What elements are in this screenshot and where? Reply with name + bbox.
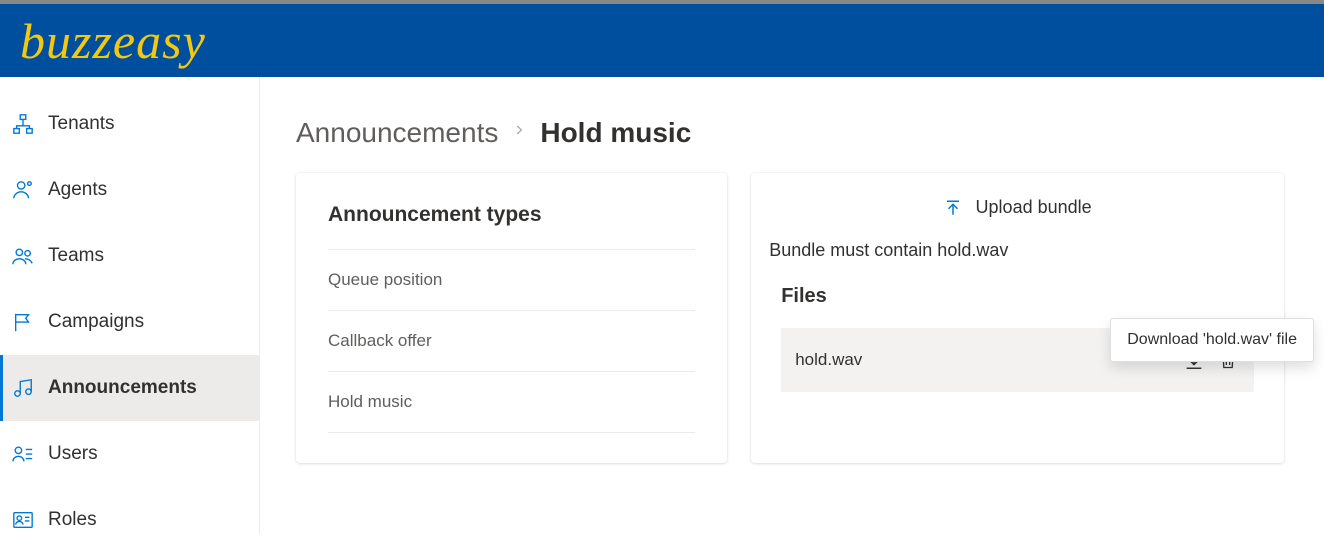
chevron-right-icon: [512, 119, 526, 147]
upload-bundle-label: Upload bundle: [976, 197, 1092, 218]
sidebar: Tenants Agents Teams Campa: [0, 77, 260, 534]
app-logo: buzzeasy: [20, 12, 206, 70]
sidebar-item-label: Teams: [48, 245, 104, 267]
panels: Announcement types Queue position Callba…: [296, 173, 1284, 463]
person-icon: [12, 179, 34, 201]
music-icon: [12, 377, 34, 399]
main-content: Announcements Hold music Announcement ty…: [260, 77, 1324, 534]
card-title: Announcement types: [328, 203, 695, 250]
sidebar-item-campaigns[interactable]: Campaigns: [0, 289, 259, 355]
upload-icon: [944, 199, 962, 217]
sidebar-item-users[interactable]: Users: [0, 421, 259, 487]
upload-card: Upload bundle Bundle must contain hold.w…: [751, 173, 1284, 463]
people-icon: [12, 245, 34, 267]
sidebar-item-label: Tenants: [48, 113, 115, 135]
sitemap-icon: [12, 113, 34, 135]
sidebar-item-teams[interactable]: Teams: [0, 223, 259, 289]
breadcrumb-parent[interactable]: Announcements: [296, 117, 498, 149]
sidebar-item-announcements[interactable]: Announcements: [0, 355, 259, 421]
type-item-callback-offer[interactable]: Callback offer: [328, 311, 695, 372]
announcement-types-card: Announcement types Queue position Callba…: [296, 173, 727, 463]
sidebar-item-label: Campaigns: [48, 311, 144, 333]
upload-bundle-button[interactable]: Upload bundle: [769, 197, 1266, 240]
breadcrumb-current: Hold music: [540, 117, 691, 149]
sidebar-item-tenants[interactable]: Tenants: [0, 91, 259, 157]
bundle-note: Bundle must contain hold.wav: [769, 240, 1266, 285]
download-tooltip: Download 'hold.wav' file: [1110, 318, 1314, 362]
main-layout: Tenants Agents Teams Campa: [0, 77, 1324, 534]
sidebar-item-agents[interactable]: Agents: [0, 157, 259, 223]
sidebar-item-roles[interactable]: Roles: [0, 487, 259, 553]
type-item-queue-position[interactable]: Queue position: [328, 250, 695, 311]
app-header: buzzeasy: [0, 4, 1324, 77]
type-item-hold-music[interactable]: Hold music: [328, 372, 695, 433]
sidebar-item-label: Users: [48, 443, 98, 465]
user-list-icon: [12, 443, 34, 465]
breadcrumb: Announcements Hold music: [296, 117, 1284, 149]
sidebar-item-label: Roles: [48, 509, 97, 531]
flag-icon: [12, 311, 34, 333]
profile-icon: [12, 509, 34, 531]
sidebar-item-label: Agents: [48, 179, 107, 201]
sidebar-item-label: Announcements: [48, 377, 197, 399]
files-title: Files: [781, 285, 1254, 308]
